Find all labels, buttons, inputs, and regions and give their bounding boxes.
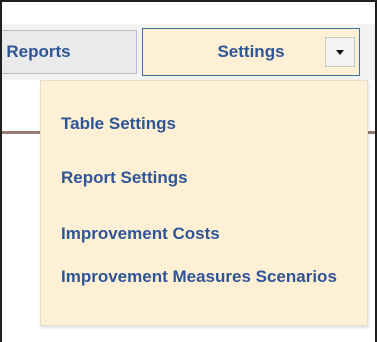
settings-dropdown-toggle[interactable] [325, 37, 355, 67]
menu-item-report-settings[interactable]: Report Settings [61, 168, 361, 188]
tab-reports[interactable]: r Reports [2, 30, 137, 74]
menu-item-improvement-costs[interactable]: Improvement Costs [61, 224, 361, 244]
tab-settings[interactable]: Settings [142, 28, 360, 76]
menu-item-table-settings[interactable]: Table Settings [61, 114, 361, 134]
app-viewport: r Reports Settings Table Settings Report… [0, 0, 377, 342]
chevron-down-icon [336, 50, 344, 55]
menu-item-improvement-measures-scenarios[interactable]: Improvement Measures Scenarios [61, 267, 361, 287]
settings-dropdown-menu: Table Settings Report Settings Improveme… [40, 80, 368, 326]
tab-settings-label: Settings [217, 42, 285, 61]
window-frame-top [0, 0, 377, 2]
tab-reports-label: r Reports [2, 42, 71, 61]
